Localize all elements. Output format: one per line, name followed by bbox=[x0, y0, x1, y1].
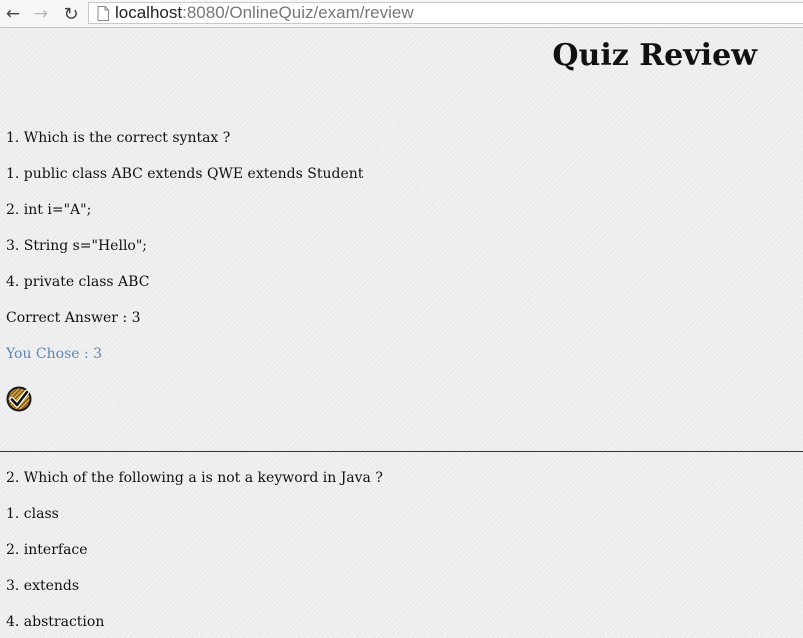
browser-toolbar: ← → ↻ localhost:8080/OnlineQuiz/exam/rev… bbox=[0, 0, 803, 28]
page-icon bbox=[97, 5, 109, 21]
option-item: 2. int i="A"; bbox=[6, 202, 92, 218]
url-host: localhost bbox=[115, 3, 183, 22]
back-arrow-icon[interactable]: ← bbox=[2, 3, 24, 25]
url-text: localhost:8080/OnlineQuiz/exam/review bbox=[115, 3, 414, 23]
address-bar[interactable]: localhost:8080/OnlineQuiz/exam/review bbox=[88, 2, 803, 24]
forward-arrow-icon[interactable]: → bbox=[30, 3, 52, 25]
reload-icon[interactable]: ↻ bbox=[60, 3, 82, 25]
checkmark-icon bbox=[6, 386, 32, 412]
option-item: 3. extends bbox=[6, 578, 80, 594]
question-text: 1. Which is the correct syntax ? bbox=[6, 130, 231, 146]
option-item: 4. abstraction bbox=[6, 614, 105, 630]
option-item: 4. private class ABC bbox=[6, 274, 150, 290]
chosen-answer: You Chose : 3 bbox=[6, 346, 103, 362]
correct-answer: Correct Answer : 3 bbox=[6, 310, 141, 326]
url-path: :8080/OnlineQuiz/exam/review bbox=[182, 3, 414, 22]
question-divider bbox=[0, 451, 803, 452]
page-title: Quiz Review bbox=[552, 38, 757, 73]
option-item: 2. interface bbox=[6, 542, 88, 558]
page-content: Quiz Review 1. Which is the correct synt… bbox=[0, 28, 803, 638]
option-item: 1. class bbox=[6, 506, 59, 522]
question-text: 2. Which of the following a is not a key… bbox=[6, 470, 383, 486]
option-item: 1. public class ABC extends QWE extends … bbox=[6, 166, 364, 182]
option-item: 3. String s="Hello"; bbox=[6, 238, 148, 254]
